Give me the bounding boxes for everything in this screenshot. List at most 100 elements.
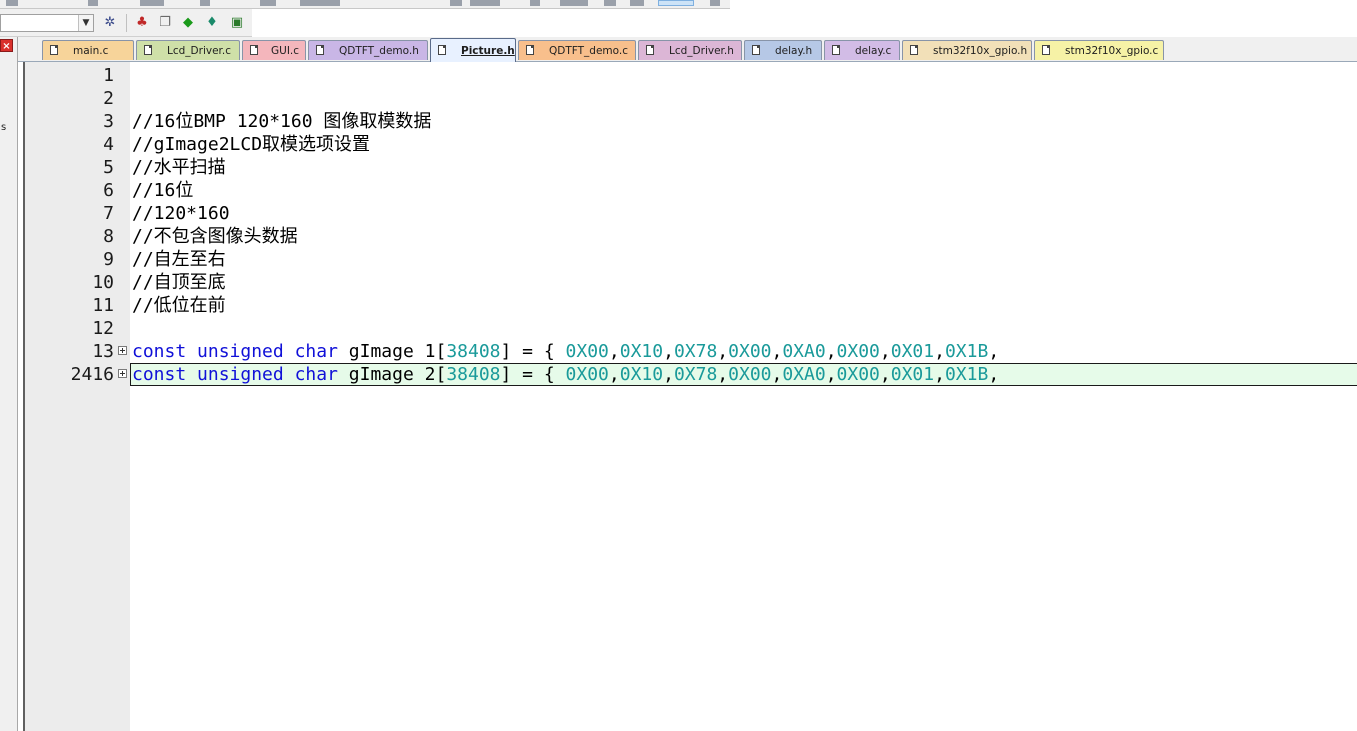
comment-text: //低位在前 [132, 295, 226, 316]
file-icon [250, 45, 258, 55]
code-line[interactable]: 12 [25, 317, 1357, 340]
code-line[interactable]: 2 [25, 87, 1357, 110]
file-icon [144, 45, 152, 55]
line-number: 12 [92, 318, 114, 339]
file-icon [438, 45, 446, 55]
file-icon [910, 45, 918, 55]
toolbar-separator [126, 14, 127, 32]
file-icon [1042, 45, 1050, 55]
tab-label: main.c [73, 45, 109, 57]
comment-text: //不包含图像头数据 [132, 226, 298, 247]
line-number: 13 [92, 341, 114, 362]
tab-delay-c[interactable]: delay.c [824, 40, 900, 60]
tab-qdtft-demo-h[interactable]: QDTFT_demo.h [308, 40, 428, 60]
editor-tab-bar: main.c Lcd_Driver.c GUI.c QDTFT_demo.h P… [18, 37, 1357, 62]
code-line[interactable]: 3 //16位BMP 120*160 图像取模数据 [25, 110, 1357, 133]
code-line[interactable]: 4 //gImage2LCD取模选项设置 [25, 133, 1357, 156]
tab-label: stm32f10x_gpio.h [933, 45, 1028, 57]
code-line[interactable]: 10 //自顶至底 [25, 271, 1357, 294]
code-line[interactable]: 6 //16位 [25, 179, 1357, 202]
toolbar-button-stub[interactable] [6, 0, 18, 6]
array-declaration: const unsigned char gImage 1[38408] = { … [132, 341, 1000, 362]
code-line[interactable]: 1 [25, 64, 1357, 87]
build-toolbar: ▼ ✲ ♣ ❐ ◆ ♦ ▣ [0, 9, 252, 37]
code-line[interactable]: 9 //自左至右 [25, 248, 1357, 271]
line-number: 7 [103, 203, 114, 224]
fold-expand-icon[interactable] [118, 369, 127, 378]
green-diamond-icon[interactable]: ◆ [178, 14, 198, 32]
fold-expand-icon[interactable] [118, 346, 127, 355]
code-editor[interactable]: 1 2 3 //16位BMP 120*160 图像取模数据 4 //gImage… [23, 62, 1357, 731]
tab-label: QDTFT_demo.c [549, 45, 628, 57]
line-number: 5 [103, 157, 114, 178]
tab-lcd-driver-c[interactable]: Lcd_Driver.c [136, 40, 240, 60]
tab-delay-h[interactable]: delay.h [744, 40, 822, 60]
tab-main-c[interactable]: main.c [42, 40, 134, 60]
tab-label: Picture.h [461, 45, 515, 57]
file-icon [526, 45, 534, 55]
build-components-icon[interactable]: ♣ [132, 14, 152, 32]
tab-lcd-driver-h[interactable]: Lcd_Driver.h [638, 40, 742, 60]
pack-installer-icon[interactable]: ▣ [227, 14, 247, 32]
file-icon [832, 45, 840, 55]
toolbar-button-stub[interactable] [300, 0, 340, 6]
line-number: 9 [103, 249, 114, 270]
line-number: 2416 [70, 364, 114, 385]
toolbar-button-stub[interactable] [470, 0, 500, 6]
line-number: 10 [92, 272, 114, 293]
current-code-line[interactable]: 2416 const unsigned char gImage 2[38408]… [25, 363, 1357, 386]
file-icon [50, 45, 58, 55]
line-number: 3 [103, 111, 114, 132]
code-line[interactable]: 5 //水平扫描 [25, 156, 1357, 179]
toolbar-button-stub[interactable] [450, 0, 462, 6]
toolbar-button-stub[interactable] [560, 0, 588, 6]
comment-text: //自左至右 [132, 249, 226, 270]
manage-pack-icon[interactable]: ♦ [202, 14, 222, 32]
code-line[interactable]: 8 //不包含图像头数据 [25, 225, 1357, 248]
tab-stm32f10x-gpio-c[interactable]: stm32f10x_gpio.c [1034, 40, 1164, 60]
line-number: 8 [103, 226, 114, 247]
panel-text-fragment: s [1, 122, 7, 133]
comment-text: //16位BMP 120*160 图像取模数据 [132, 111, 432, 132]
toolbar-button-stub[interactable] [88, 0, 98, 6]
comment-text: //120*160 [132, 203, 230, 224]
line-number: 2 [103, 88, 114, 109]
comment-text: //16位 [132, 180, 194, 201]
chevron-down-icon[interactable]: ▼ [78, 15, 93, 31]
main-toolbar [0, 0, 730, 9]
project-panel: × s [0, 37, 18, 731]
line-number: 1 [103, 65, 114, 86]
tab-gui-c[interactable]: GUI.c [242, 40, 306, 60]
line-number: 6 [103, 180, 114, 201]
options-wand-icon[interactable]: ✲ [100, 14, 120, 32]
toolbar-button-stub[interactable] [530, 0, 540, 6]
toolbar-button-stub[interactable] [140, 0, 164, 6]
file-icon [646, 45, 654, 55]
comment-text: //自顶至底 [132, 272, 226, 293]
tab-picture-h[interactable]: Picture.h [430, 38, 516, 62]
line-number: 11 [92, 295, 114, 316]
file-icon [316, 45, 324, 55]
toolbar-button-stub[interactable] [604, 0, 616, 6]
toolbar-button-stub[interactable] [200, 0, 210, 6]
tab-stm32f10x-gpio-h[interactable]: stm32f10x_gpio.h [902, 40, 1032, 60]
toolbar-button-stub[interactable] [630, 0, 644, 6]
close-icon[interactable]: × [0, 39, 13, 52]
target-select[interactable]: ▼ [0, 14, 94, 32]
code-line[interactable]: 13 const unsigned char gImage 1[38408] =… [25, 340, 1357, 363]
toolbar-button-stub[interactable] [710, 0, 720, 6]
tab-qdtft-demo-c[interactable]: QDTFT_demo.c [518, 40, 636, 60]
line-number: 4 [103, 134, 114, 155]
tab-label: GUI.c [271, 45, 300, 57]
tab-label: delay.c [855, 45, 892, 57]
code-line[interactable]: 7 //120*160 [25, 202, 1357, 225]
tab-label: delay.h [775, 45, 813, 57]
comment-text: //gImage2LCD取模选项设置 [132, 134, 371, 155]
code-line[interactable]: 11 //低位在前 [25, 294, 1357, 317]
toolbar-button-stub[interactable] [260, 0, 276, 6]
tab-label: stm32f10x_gpio.c [1065, 45, 1159, 57]
window-stack-icon[interactable]: ❐ [155, 14, 175, 32]
toolbar-button-active[interactable] [658, 0, 694, 6]
tab-label: Lcd_Driver.h [669, 45, 734, 57]
comment-text: //水平扫描 [132, 157, 226, 178]
